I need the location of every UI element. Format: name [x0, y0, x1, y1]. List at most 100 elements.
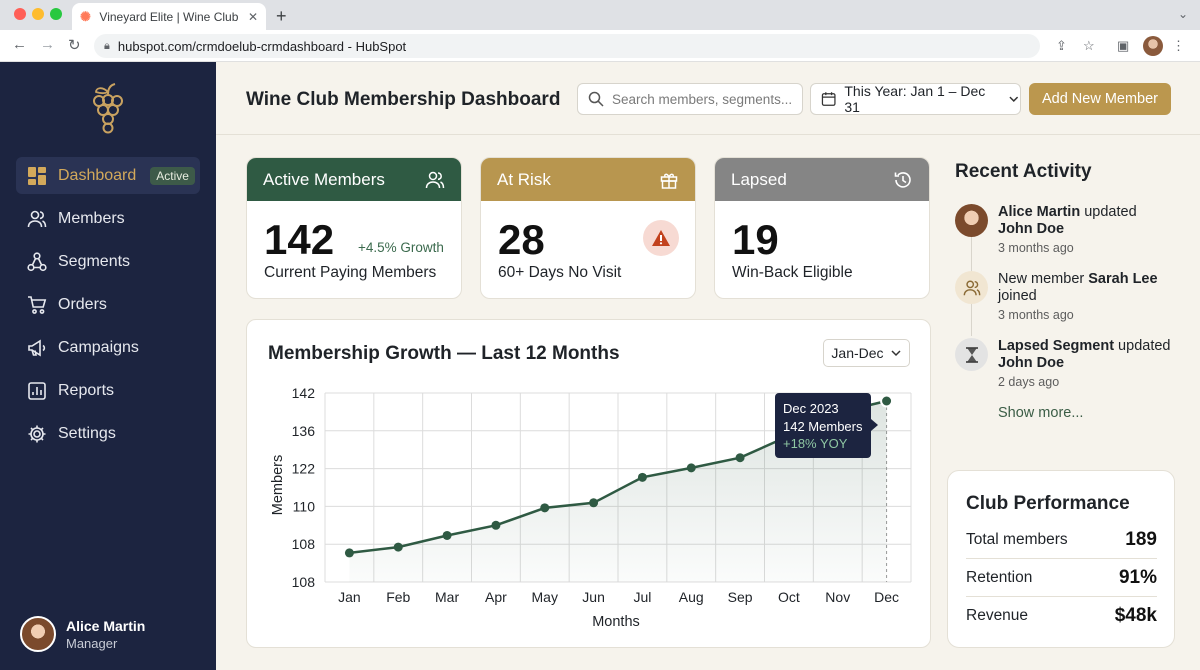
chart-tooltip: Dec 2023 142 Members +18% YOY	[775, 393, 878, 458]
members-icon	[425, 171, 445, 188]
x-tick-label: Jan	[338, 589, 361, 605]
recent-activity-title: Recent Activity	[955, 161, 1092, 182]
segments-icon	[26, 251, 48, 273]
share-icon[interactable]: ⇪	[1056, 38, 1067, 54]
hourglass-icon	[955, 338, 988, 371]
gear-icon	[26, 423, 48, 445]
profile-avatar[interactable]	[1143, 36, 1163, 56]
membership-growth-chart-card: Membership Growth — Last 12 Months Jan-D…	[246, 319, 931, 648]
tab-list-chevron-icon[interactable]: ⌄	[1178, 7, 1188, 21]
calendar-icon	[821, 92, 836, 106]
data-point[interactable]	[442, 530, 452, 540]
sidebar-item-dashboard[interactable]: Dashboard Active	[16, 157, 200, 194]
x-tick-label: Oct	[778, 589, 800, 605]
activity-action: joined	[998, 288, 1037, 304]
sidebar-item-label: Dashboard	[58, 166, 137, 184]
kpi-subtitle: Win-Back Eligible	[732, 264, 853, 281]
sidebar-item-members[interactable]: Members	[16, 200, 200, 237]
sidebar-item-orders[interactable]: Orders	[16, 286, 200, 323]
performance-value: 189	[1125, 528, 1157, 550]
forward-arrow-icon[interactable]: →	[40, 36, 55, 53]
kpi-card-lapsed[interactable]: Lapsed 19 Win-Back Eligible	[714, 157, 930, 299]
close-tab-icon[interactable]: ✕	[248, 10, 258, 24]
user-role: Manager	[66, 635, 118, 651]
kpi-title: Active Members	[263, 169, 385, 189]
data-point[interactable]	[880, 394, 894, 408]
tooltip-date: Dec 2023	[783, 401, 839, 416]
x-tick-label: Mar	[435, 589, 459, 605]
date-range-select[interactable]: This Year: Jan 1 – Dec 31	[810, 83, 1021, 115]
kpi-subtitle: 60+ Days No Visit	[498, 264, 622, 281]
new-tab-button[interactable]: +	[276, 6, 287, 27]
sidebar-item-label: Campaigns	[58, 338, 139, 356]
y-tick-label: 136	[292, 423, 316, 439]
reload-icon[interactable]: ↻	[68, 36, 81, 54]
x-tick-label: Jul	[633, 589, 651, 605]
performance-label: Retention	[966, 568, 1033, 586]
sidebar-item-segments[interactable]: Segments	[16, 243, 200, 280]
data-point[interactable]	[344, 548, 354, 558]
x-tick-label: Sep	[728, 589, 753, 605]
user-name: Alice Martin	[66, 617, 146, 634]
maximize-window-button[interactable]	[50, 8, 62, 20]
members-icon	[26, 208, 48, 230]
back-arrow-icon[interactable]: ←	[12, 36, 27, 53]
show-more-link[interactable]: Show more...	[998, 405, 1083, 421]
browser-tab[interactable]: ✺ Vineyard Elite | Wine Club CRM ✕	[72, 3, 266, 30]
x-tick-label: Aug	[679, 589, 704, 605]
sidebar-item-label: Members	[58, 209, 125, 227]
activity-time: 3 months ago	[998, 241, 1074, 255]
sidebar-item-campaigns[interactable]: Campaigns	[16, 329, 200, 366]
reports-icon	[26, 380, 48, 402]
kpi-card-active-members[interactable]: Active Members 142 +4.5% Growth Current …	[246, 157, 462, 299]
sidebar-item-reports[interactable]: Reports	[16, 372, 200, 409]
user-profile[interactable]: Alice Martin Manager	[20, 616, 145, 652]
header-divider	[216, 134, 1200, 135]
data-point[interactable]	[540, 503, 550, 513]
search-input[interactable]	[612, 91, 792, 107]
data-point[interactable]	[637, 472, 647, 482]
minimize-window-button[interactable]	[32, 8, 44, 20]
club-performance-title: Club Performance	[966, 493, 1130, 514]
sidebar-item-settings[interactable]: Settings	[16, 415, 200, 452]
url-field[interactable]: 🔒︎ hubspot.com/crmdoelub-crmdashboard - …	[94, 34, 1040, 58]
gift-icon	[660, 173, 678, 189]
data-point[interactable]	[393, 542, 403, 552]
activity-time: 2 days ago	[998, 375, 1060, 389]
data-point[interactable]	[735, 453, 745, 463]
url-text: hubspot.com/crmdoelub-crmdashboard - Hub…	[117, 38, 407, 54]
kpi-subtitle: Current Paying Members	[264, 264, 437, 281]
kpi-card-at-risk[interactable]: At Risk 28 60+ Days No Visit	[480, 157, 696, 299]
close-window-button[interactable]	[14, 8, 26, 20]
search-icon	[588, 91, 604, 107]
x-tick-label: Dec	[874, 589, 899, 605]
activity-target: John Doe	[998, 355, 1065, 371]
tooltip-yoy: +18% YOY	[783, 436, 848, 451]
kpi-value: 142	[264, 216, 335, 263]
browser-tab-bar: ✺ Vineyard Elite | Wine Club CRM ✕ + ⌄	[0, 0, 1200, 30]
search-box[interactable]	[577, 83, 803, 115]
kpi-growth: +4.5% Growth	[358, 240, 444, 255]
x-tick-label: Feb	[386, 589, 410, 605]
data-point[interactable]	[589, 498, 599, 508]
cart-icon	[26, 294, 48, 316]
data-point[interactable]	[491, 520, 501, 530]
activity-prefix: New member	[998, 271, 1089, 287]
side-panel-icon[interactable]: ▣	[1117, 38, 1129, 54]
bookmark-star-icon[interactable]: ☆	[1083, 38, 1095, 54]
performance-row: Revenue $48k	[966, 597, 1157, 635]
lock-icon: 🔒︎	[104, 39, 110, 52]
y-tick-label: 108	[292, 574, 316, 590]
sidebar-item-label: Orders	[58, 295, 107, 313]
hubspot-sprocket-icon: ✺	[80, 8, 91, 24]
add-new-member-button[interactable]: Add New Member	[1029, 83, 1171, 115]
data-point[interactable]	[686, 463, 696, 473]
y-tick-label: 110	[293, 498, 316, 514]
browser-menu-icon[interactable]: ⋮	[1172, 38, 1185, 54]
performance-row: Total members 189	[966, 521, 1157, 559]
kpi-header: At Risk	[481, 158, 695, 201]
activity-time: 3 months ago	[998, 308, 1074, 322]
active-badge: Active	[150, 166, 195, 185]
performance-row: Retention 91%	[966, 559, 1157, 597]
activity-actor: Lapsed Segment	[998, 338, 1115, 354]
